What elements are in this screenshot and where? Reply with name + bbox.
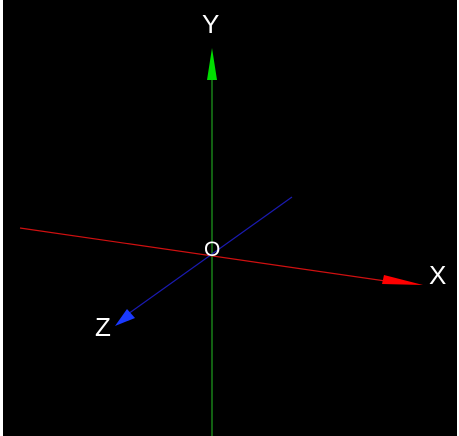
x-axis-label: X — [429, 260, 447, 290]
origin-label: O — [204, 238, 221, 261]
y-axis-label: Y — [202, 9, 220, 39]
3d-axes-scene[interactable]: Y X Z O — [3, 0, 457, 436]
z-axis-label: Z — [95, 312, 111, 342]
axes-canvas — [19, 48, 423, 436]
x-axis-arrow — [382, 275, 423, 285]
y-axis-arrow — [207, 48, 217, 80]
viewport: Y X Z O — [0, 0, 459, 436]
